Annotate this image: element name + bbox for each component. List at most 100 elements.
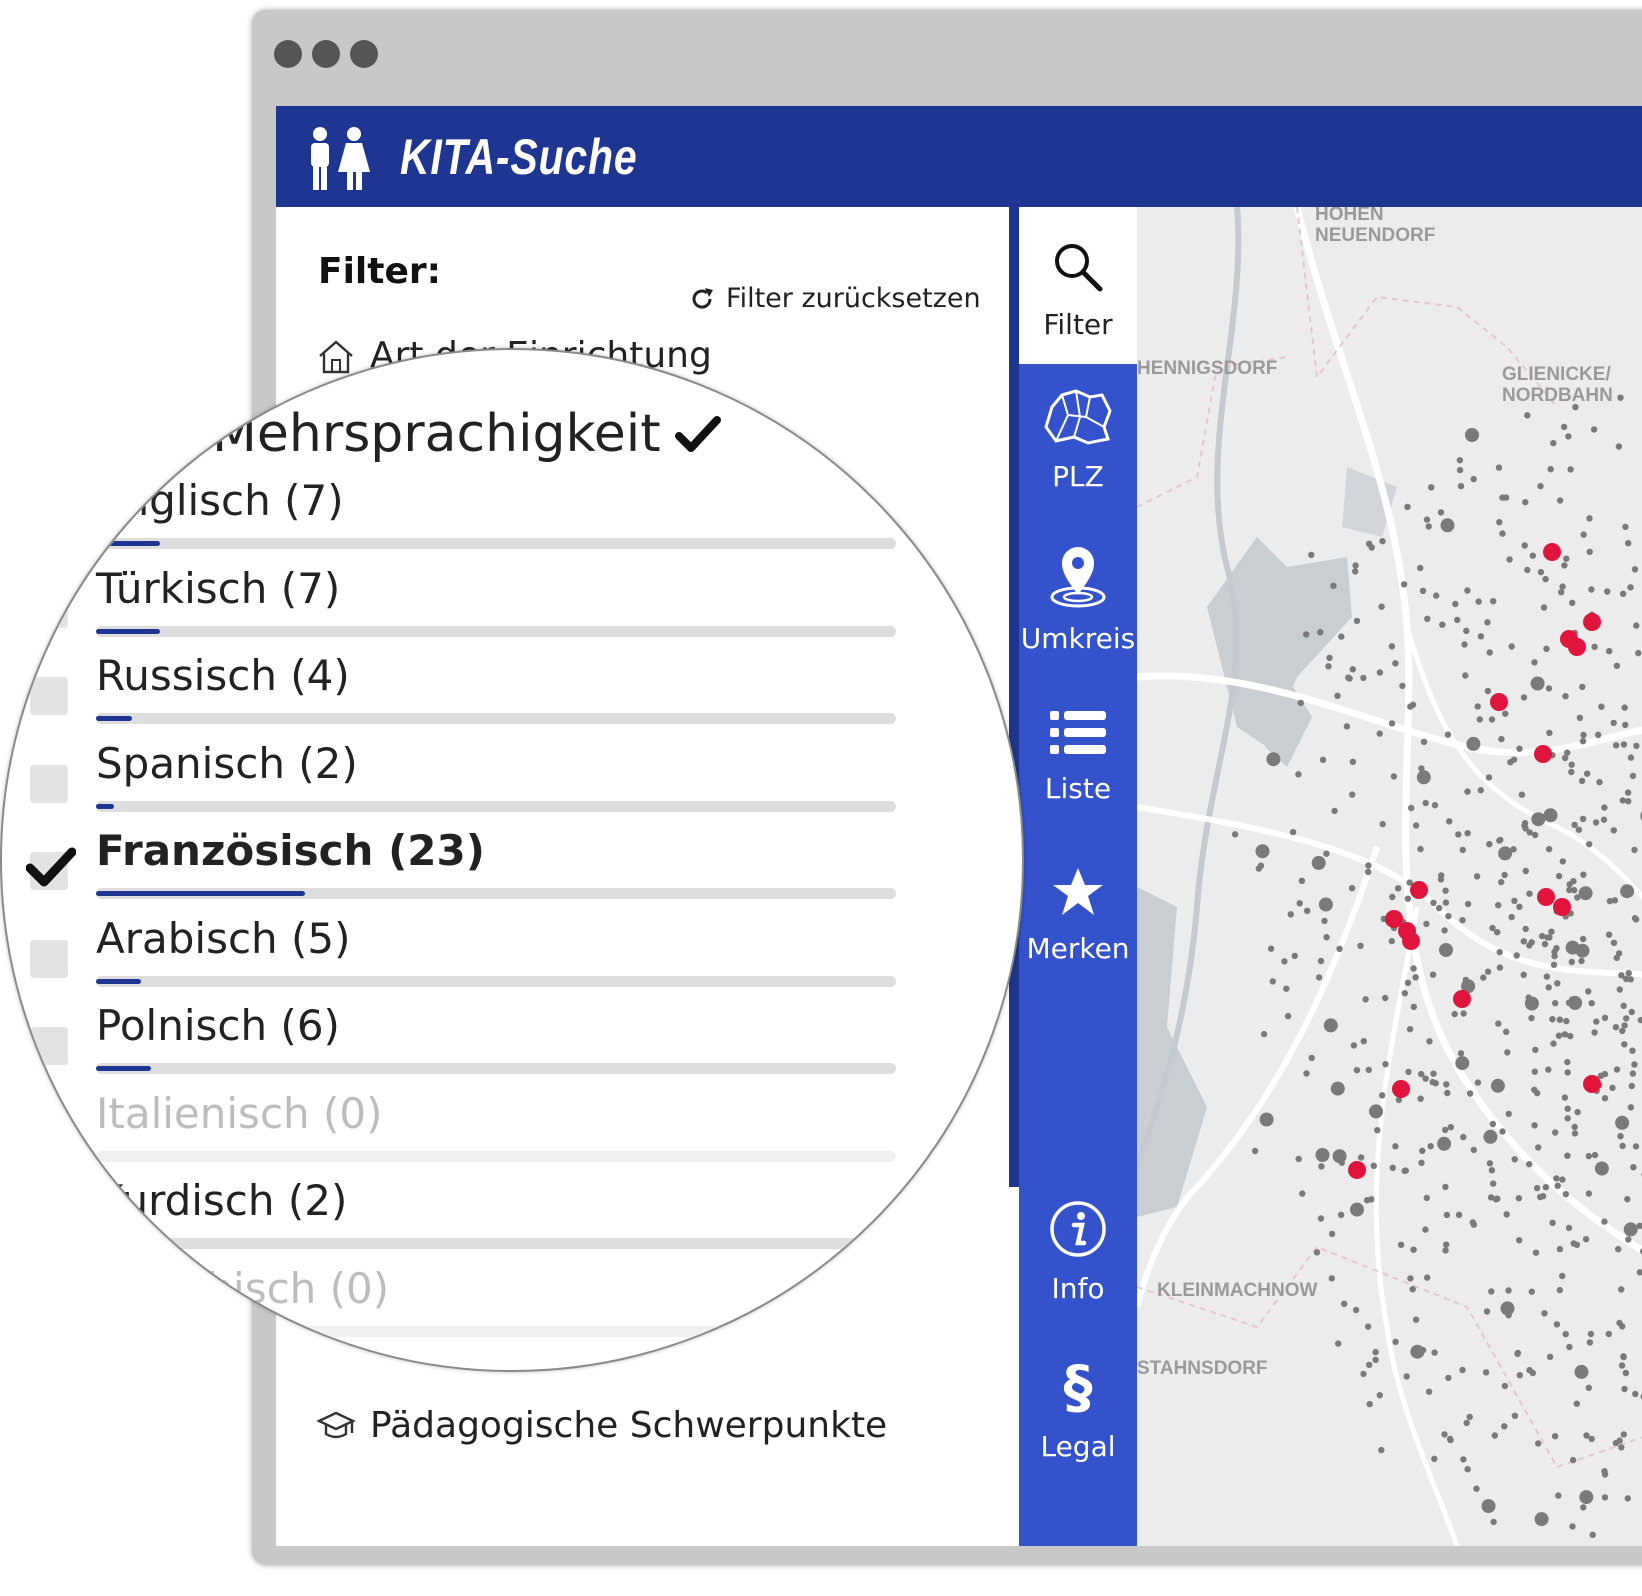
kita-marker[interactable] <box>1404 503 1411 511</box>
kita-marker[interactable] <box>1378 603 1385 610</box>
kita-marker[interactable] <box>1620 1431 1627 1438</box>
kita-marker[interactable] <box>1621 704 1628 711</box>
kita-marker[interactable] <box>1444 731 1452 738</box>
kita-marker[interactable] <box>1389 1164 1396 1171</box>
kita-marker[interactable] <box>1323 850 1330 857</box>
kita-marker[interactable] <box>1442 1183 1449 1191</box>
kita-marker[interactable] <box>1402 1167 1409 1174</box>
nav-legal[interactable]: § Legal <box>1019 1353 1137 1463</box>
kita-marker[interactable] <box>1429 1078 1436 1086</box>
kita-marker[interactable] <box>1531 812 1546 827</box>
kita-marker[interactable] <box>1445 913 1452 920</box>
kita-marker[interactable] <box>1594 1161 1609 1176</box>
language-section-title[interactable]: Mehrsprachigkeit <box>212 404 721 464</box>
kita-marker[interactable] <box>1425 1388 1433 1395</box>
kita-marker[interactable] <box>1376 1392 1383 1399</box>
kita-marker[interactable] <box>1442 1126 1449 1134</box>
kita-marker[interactable] <box>1515 1195 1523 1202</box>
kita-marker[interactable] <box>1539 932 1546 940</box>
kita-marker[interactable] <box>1417 1095 1424 1102</box>
kita-marker[interactable] <box>1407 703 1414 710</box>
kita-marker[interactable] <box>1568 768 1575 776</box>
kita-marker[interactable] <box>1498 878 1505 886</box>
kita-marker[interactable] <box>1430 899 1437 906</box>
language-checkbox[interactable] <box>26 847 76 890</box>
kita-marker[interactable] <box>1562 693 1569 700</box>
kita-marker[interactable] <box>1605 931 1613 938</box>
kita-marker[interactable] <box>1335 1340 1342 1347</box>
kita-marker[interactable] <box>1466 1090 1474 1097</box>
kita-marker[interactable] <box>1612 1024 1620 1031</box>
kita-marker[interactable] <box>1376 669 1384 676</box>
kita-marker[interactable] <box>1495 464 1503 471</box>
kita-marker[interactable] <box>1528 939 1535 946</box>
kita-marker[interactable] <box>1551 948 1558 956</box>
kita-marker[interactable] <box>1494 1195 1501 1202</box>
kita-marker[interactable] <box>1403 1373 1410 1380</box>
kita-marker[interactable] <box>1598 703 1605 710</box>
kita-marker[interactable] <box>1459 1366 1466 1374</box>
kita-marker[interactable] <box>1501 1382 1509 1390</box>
nav-plz[interactable]: PLZ <box>1019 387 1137 493</box>
kita-marker[interactable] <box>1531 659 1538 666</box>
kita-marker[interactable] <box>1561 1094 1569 1101</box>
kita-marker[interactable] <box>1424 1274 1431 1281</box>
kita-marker[interactable] <box>1601 804 1608 811</box>
kita-marker[interactable] <box>1295 1155 1302 1163</box>
kita-marker[interactable] <box>1489 1120 1497 1128</box>
kita-marker[interactable] <box>1507 759 1514 766</box>
kita-marker[interactable] <box>1404 979 1412 986</box>
kita-marker[interactable] <box>1456 457 1464 464</box>
selected-kita-marker[interactable] <box>1583 1075 1601 1093</box>
kita-marker[interactable] <box>1419 1346 1427 1354</box>
kita-marker[interactable] <box>1466 1413 1473 1421</box>
kita-marker[interactable] <box>1576 714 1584 721</box>
kita-marker[interactable] <box>1551 1433 1559 1440</box>
kita-marker[interactable] <box>1555 1492 1562 1499</box>
kita-marker[interactable] <box>1464 788 1471 795</box>
kita-marker[interactable] <box>1635 649 1642 657</box>
kita-marker[interactable] <box>1484 968 1492 975</box>
kita-marker[interactable] <box>1513 952 1520 959</box>
kita-marker[interactable] <box>1435 904 1443 912</box>
kita-marker[interactable] <box>1549 1219 1556 1226</box>
kita-marker[interactable] <box>1410 1003 1417 1011</box>
kita-marker[interactable] <box>1625 970 1632 977</box>
kita-marker[interactable] <box>1628 1082 1635 1090</box>
kita-marker[interactable] <box>1334 692 1341 699</box>
kita-marker[interactable] <box>1423 516 1431 523</box>
kita-marker[interactable] <box>1459 846 1466 854</box>
kita-marker[interactable] <box>1620 741 1628 748</box>
kita-marker[interactable] <box>1584 770 1591 777</box>
kita-marker[interactable] <box>1281 958 1288 965</box>
kita-marker[interactable] <box>1362 996 1369 1003</box>
kita-marker[interactable] <box>1231 831 1239 838</box>
kita-marker[interactable] <box>1490 1518 1497 1526</box>
kita-marker[interactable] <box>1365 862 1372 869</box>
kita-marker[interactable] <box>1588 1435 1595 1443</box>
kita-marker[interactable] <box>1623 1222 1638 1237</box>
kita-marker[interactable] <box>1287 911 1294 918</box>
kita-marker[interactable] <box>1465 428 1479 442</box>
kita-marker[interactable] <box>1364 1323 1372 1330</box>
kita-marker[interactable] <box>1565 433 1572 440</box>
kita-marker[interactable] <box>1619 590 1627 597</box>
kita-marker[interactable] <box>1567 466 1574 473</box>
kita-marker[interactable] <box>1591 643 1598 650</box>
selected-kita-marker[interactable] <box>1490 693 1508 711</box>
kita-marker[interactable] <box>1525 994 1532 1001</box>
kita-marker[interactable] <box>1568 761 1575 768</box>
kita-marker[interactable] <box>1553 1175 1560 1182</box>
kita-marker[interactable] <box>1476 716 1483 723</box>
kita-marker[interactable] <box>1353 617 1361 625</box>
kita-marker[interactable] <box>1535 1144 1542 1151</box>
kita-marker[interactable] <box>1627 1104 1635 1111</box>
kita-marker[interactable] <box>1624 1495 1631 1502</box>
kita-marker[interactable] <box>1554 980 1561 987</box>
kita-marker[interactable] <box>1490 598 1497 605</box>
kita-marker[interactable] <box>1625 540 1632 547</box>
kita-marker[interactable] <box>1331 807 1338 815</box>
kita-marker[interactable] <box>1407 1275 1414 1282</box>
kita-marker[interactable] <box>1524 412 1531 419</box>
kita-marker[interactable] <box>1495 902 1502 909</box>
